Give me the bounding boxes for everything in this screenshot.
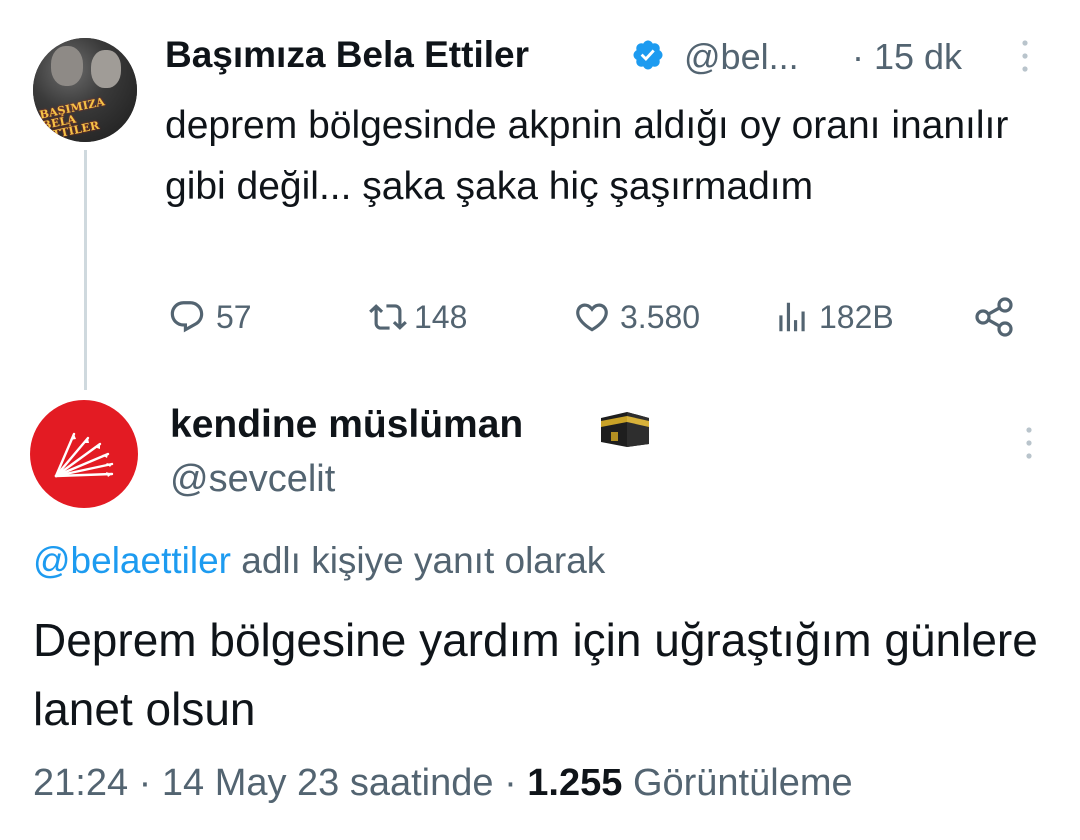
like-icon xyxy=(576,303,608,332)
views-button[interactable]: 182B xyxy=(773,295,894,339)
more-icon[interactable] xyxy=(1021,425,1037,461)
like-count: 3.580 xyxy=(620,298,701,335)
tweet-timestamp[interactable]: · 15 dk xyxy=(852,36,962,78)
reply-author-avatar[interactable] xyxy=(30,400,138,508)
retweet-count: 148 xyxy=(414,298,468,335)
kaaba-emoji-icon xyxy=(601,412,649,447)
share-icon xyxy=(975,297,1013,337)
view-label: Görüntüleme xyxy=(622,762,853,804)
more-icon[interactable] xyxy=(1017,38,1033,74)
reply-author-handle[interactable]: @sevcelit xyxy=(170,458,335,501)
reply-author-name[interactable]: kendine müslüman xyxy=(170,403,523,447)
reply-button[interactable]: 57 xyxy=(168,295,252,339)
reply-icon xyxy=(170,301,204,333)
tweet-datetime[interactable]: 21:24 · 14 May 23 saatinde · xyxy=(33,762,527,804)
reply-count: 57 xyxy=(216,298,252,335)
tweet-text: deprem bölgesinde akpnin aldığı oy oranı… xyxy=(165,104,1009,208)
verified-badge-icon[interactable] xyxy=(631,38,665,72)
reply-tweet-text: Deprem bölgesine yardım için uğraştığım … xyxy=(33,614,1038,735)
retweet-icon xyxy=(369,304,407,330)
thread-line xyxy=(84,150,87,390)
views-icon xyxy=(779,302,805,332)
mention-link[interactable]: @belaettiler xyxy=(33,540,231,581)
six-arrows-logo-icon xyxy=(54,432,114,478)
replying-to-label: adlı kişiye yanıt olarak xyxy=(231,540,606,581)
share-button[interactable] xyxy=(972,295,1016,339)
tweet-meta: 21:24 · 14 May 23 saatinde · 1.255 Görün… xyxy=(33,762,853,805)
view-count: 1.255 xyxy=(527,762,623,804)
like-button[interactable]: 3.580 xyxy=(572,295,700,339)
view-count: 182B xyxy=(819,298,894,335)
author-name[interactable]: Başımıza Bela Ettiler xyxy=(165,34,529,76)
replying-to: @belaettiler adlı kişiye yanıt olarak xyxy=(33,540,605,582)
author-avatar[interactable]: BAŞIMIZA BELA ETTİLER xyxy=(33,38,137,142)
retweet-button[interactable]: 148 xyxy=(366,295,467,339)
author-handle[interactable]: @bel... xyxy=(684,36,799,78)
